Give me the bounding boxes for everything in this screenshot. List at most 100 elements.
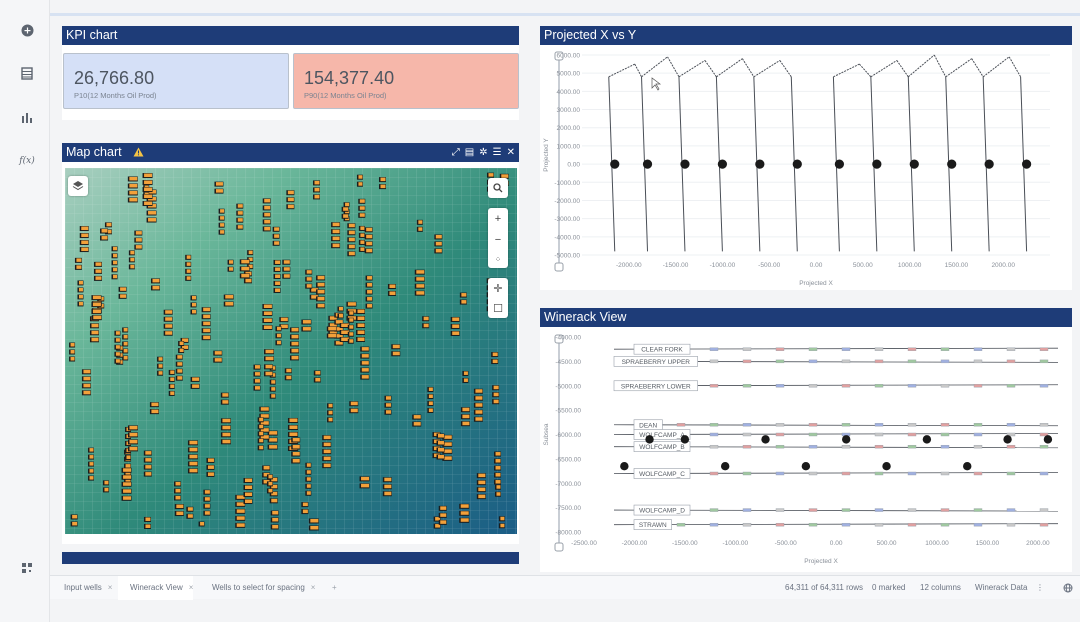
formation-marker [709, 471, 719, 476]
well-block [428, 394, 433, 398]
formation-marker [841, 522, 851, 527]
data-table-name[interactable]: Winerack Data [975, 576, 1027, 600]
formation-marker [907, 384, 917, 388]
well-block [207, 472, 214, 476]
well-block [115, 352, 120, 356]
well-block [91, 323, 99, 328]
well-block [291, 327, 299, 332]
well-block [349, 332, 354, 336]
lateral-path [608, 63, 635, 78]
x-tick-label: -1000.00 [710, 262, 736, 269]
tab-close-icon[interactable]: × [108, 583, 113, 592]
well-block [438, 434, 445, 438]
well-block [89, 455, 94, 459]
formation-marker [874, 347, 884, 351]
well-point [620, 461, 629, 471]
well-block [452, 331, 460, 335]
add-tab-button[interactable]: + [320, 576, 337, 600]
settings-icon[interactable]: ✲ [479, 147, 487, 158]
well-block [416, 277, 425, 281]
layers-icon[interactable] [68, 176, 88, 196]
well-block [328, 333, 337, 338]
collapsed-panel-header[interactable] [62, 552, 519, 564]
well-block [145, 524, 151, 528]
zoom-out-icon[interactable]: − [495, 234, 501, 246]
winerack-chart[interactable]: -4000.00 -4500.00 -5000.00 -5500.00 -6000.00… [540, 327, 1072, 572]
kpi-card-p10[interactable]: 26,766.80 P10(12 Months Oil Prod) [63, 53, 289, 109]
expand-icon[interactable]: ⤢ [452, 147, 460, 158]
add-circle-icon[interactable] [19, 22, 35, 38]
well-block [276, 326, 281, 331]
formation-marker [874, 384, 884, 388]
well-block [120, 287, 127, 291]
kpi-card-p90[interactable]: 154,377.40 P90(12 Months Oil Prod) [293, 53, 519, 109]
tab-close-icon[interactable]: × [311, 583, 316, 592]
projected-chart[interactable]: 6000.00 5000.00 4000.00 3000.00 2000.00 1000.… [540, 45, 1072, 290]
formation-marker [973, 508, 983, 512]
y-tick-label: -5000.00 [554, 253, 580, 260]
tab-input-wells[interactable]: Input wells × [52, 576, 112, 600]
formation-marker [973, 522, 983, 527]
formation-label: WOLFCAMP_C [639, 471, 685, 478]
well-block [189, 468, 198, 473]
well-block [72, 521, 78, 526]
well-block [83, 383, 91, 388]
x-tick-label: 1000.00 [925, 540, 949, 547]
map-canvas[interactable] [65, 168, 522, 541]
warning-triangle-icon[interactable] [133, 144, 144, 163]
data-table-icon[interactable] [19, 65, 35, 81]
grid-dots-icon[interactable] [19, 560, 35, 576]
list-icon[interactable]: ☰ [493, 147, 502, 158]
tab-winerack-view[interactable]: Winerack View × [118, 576, 194, 600]
well-block [95, 262, 102, 266]
well-block [275, 267, 281, 271]
well-block [129, 446, 138, 451]
reset-view-icon[interactable]: ⁘ [495, 255, 502, 264]
globe-icon[interactable] [1063, 576, 1073, 600]
well-block [289, 425, 298, 429]
well-block [129, 439, 138, 444]
well-block [392, 351, 400, 356]
pan-icon[interactable]: ✛ [493, 282, 502, 295]
formation-marker [1039, 444, 1049, 449]
kpi-panel: 26,766.80 P10(12 Months Oil Prod) 154,37… [62, 45, 519, 120]
y-tick-label: -8000.00 [555, 530, 581, 537]
lateral-path [667, 56, 680, 78]
formation-marker [973, 423, 983, 427]
legend-icon[interactable]: ▤ [465, 147, 474, 158]
well-block [263, 304, 272, 309]
function-icon[interactable]: f(x) [17, 153, 37, 169]
well-block [203, 328, 211, 333]
well-block [332, 243, 340, 248]
well-block [72, 514, 78, 519]
zoom-in-icon[interactable]: + [495, 213, 501, 225]
well-block [214, 351, 222, 355]
search-icon[interactable] [488, 178, 508, 198]
well-block [274, 234, 280, 238]
well-block [347, 302, 356, 306]
well-block [361, 347, 369, 351]
well-block [176, 504, 184, 509]
select-box-icon[interactable]: ☐ [493, 302, 503, 315]
tab-close-icon[interactable]: × [189, 583, 194, 592]
bar-chart-icon[interactable] [19, 109, 35, 125]
well-block [349, 318, 354, 322]
well-point [680, 435, 690, 444]
well-block [416, 284, 425, 288]
well-block [76, 258, 82, 262]
close-icon[interactable]: ✕ [507, 147, 515, 158]
formation-label: SPRAEBERRY LOWER [621, 383, 691, 390]
well-block [192, 377, 200, 381]
formation-marker [1039, 423, 1049, 427]
more-icon[interactable]: ⋮ [1036, 576, 1044, 600]
formation-marker [1006, 522, 1016, 527]
formation-marker [907, 471, 917, 476]
x-tick-label: 1500.00 [976, 540, 1000, 547]
well-block [92, 295, 101, 300]
well-block [148, 218, 157, 222]
formation-marker [742, 444, 752, 449]
formation-marker [940, 384, 950, 388]
well-block [135, 231, 142, 235]
tab-wells-to-select[interactable]: Wells to select for spacing × [200, 576, 315, 600]
well-block [359, 199, 365, 203]
